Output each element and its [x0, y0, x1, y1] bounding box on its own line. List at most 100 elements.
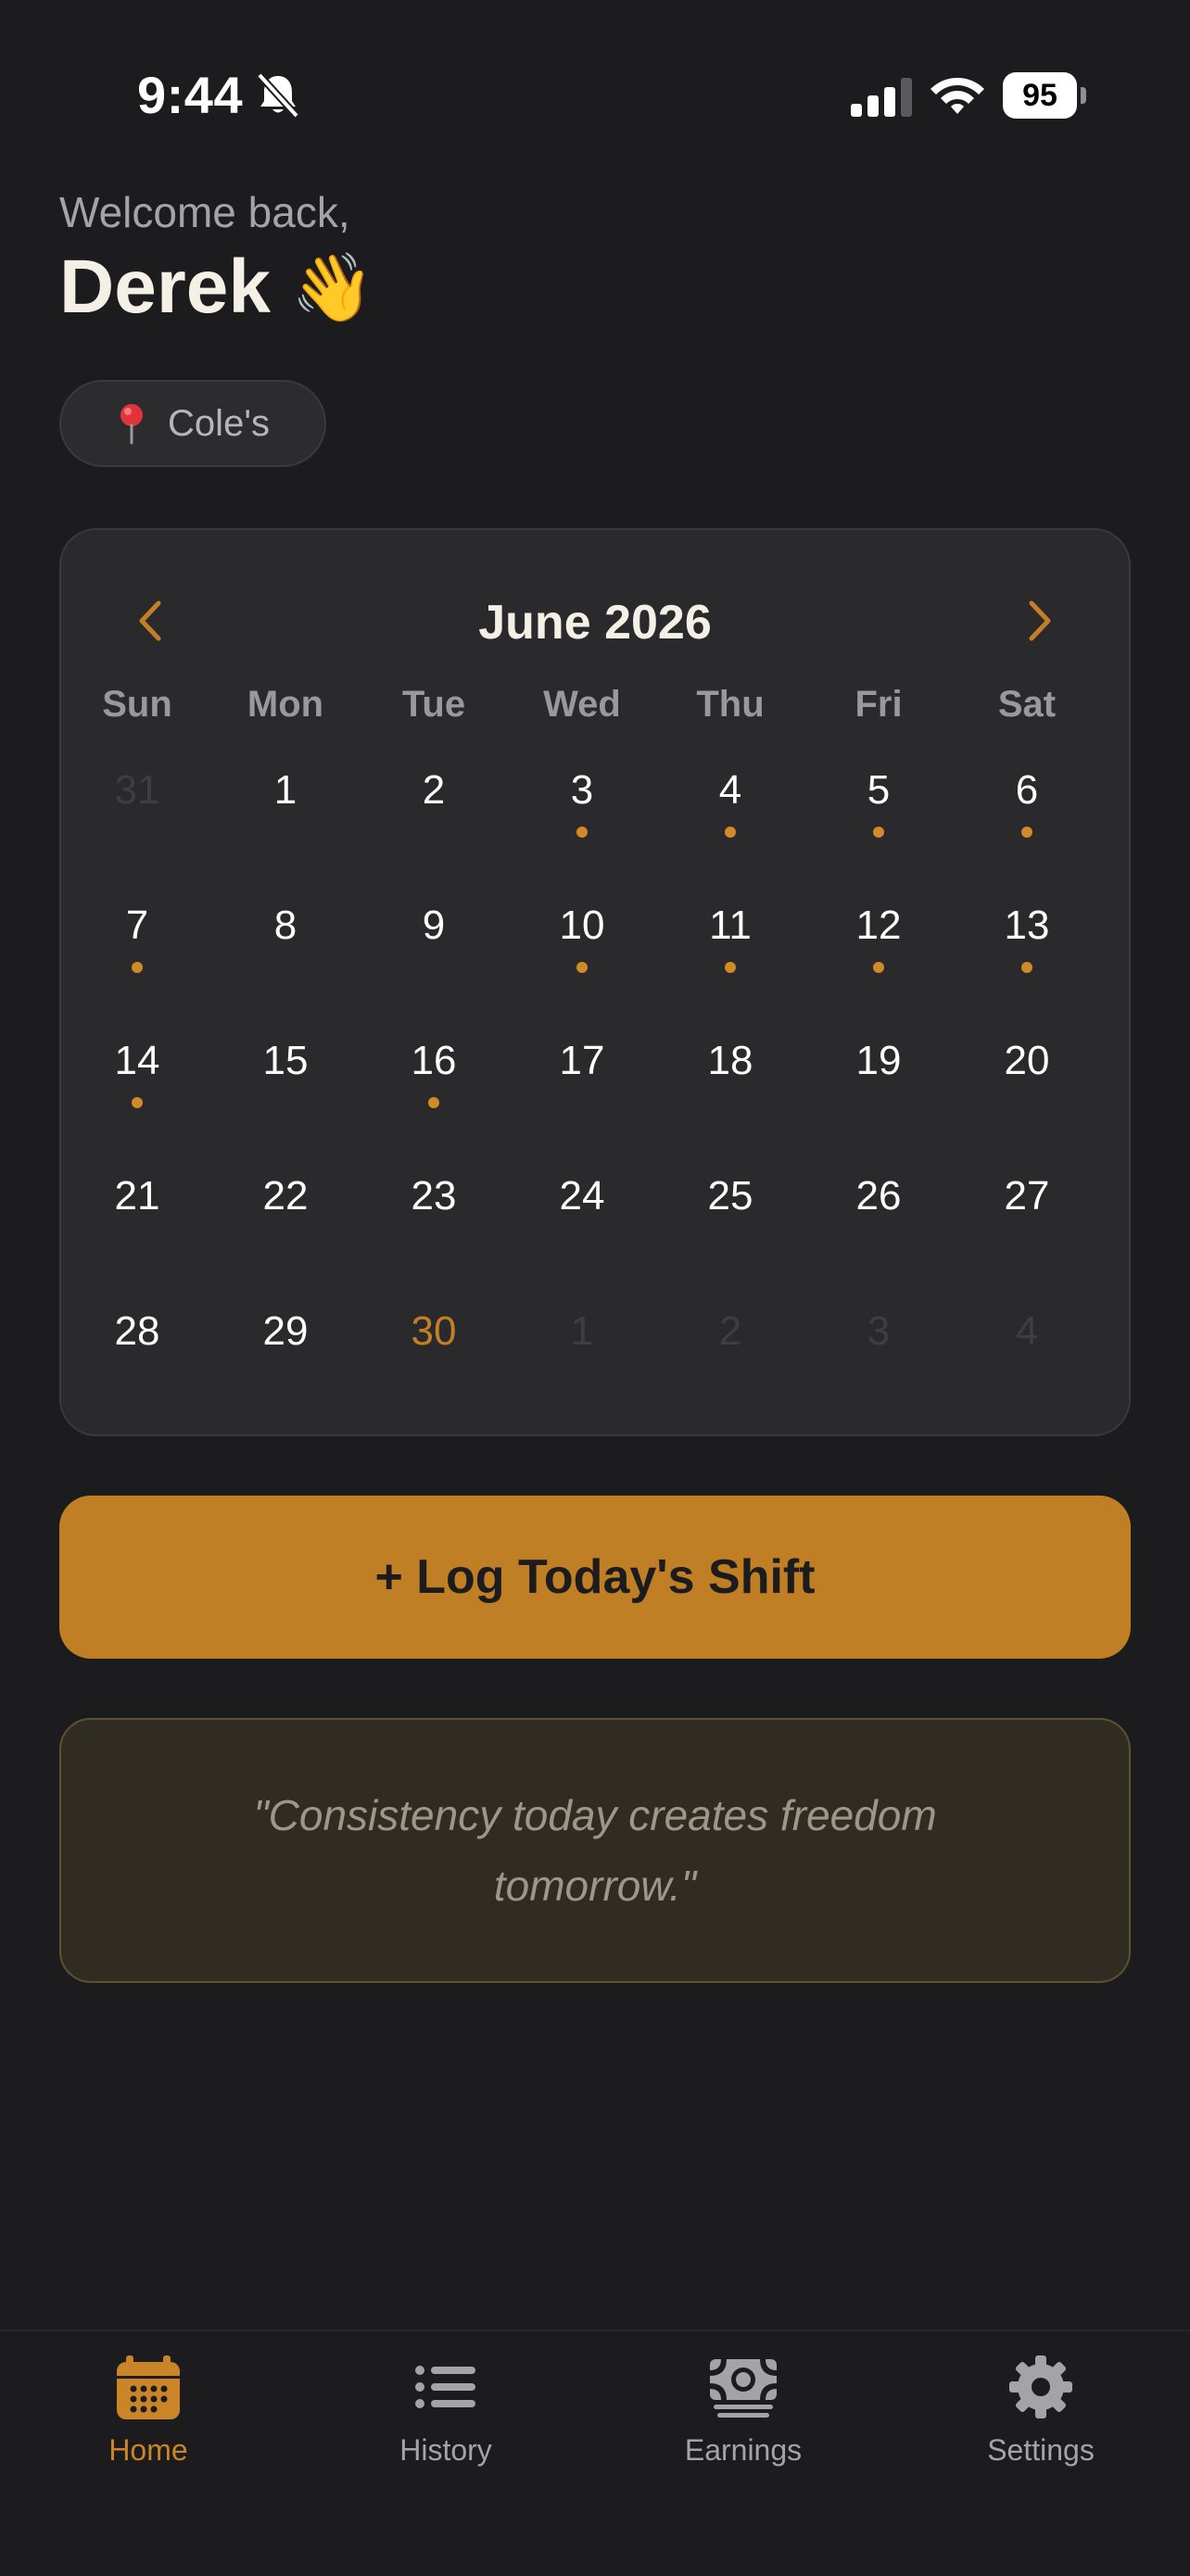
tab-settings[interactable]: Settings — [948, 2354, 1133, 2493]
wave-emoji: 👋 — [290, 250, 374, 325]
status-time: 9:44 — [137, 66, 244, 124]
shift-indicator-dot — [873, 827, 884, 838]
calendar-day-number: 15 — [262, 1038, 309, 1083]
calendar-day[interactable]: 22 — [211, 1149, 360, 1284]
calendar-day-number: 1 — [570, 1308, 594, 1354]
calendar-day-number: 11 — [709, 903, 752, 948]
weekday-label: Tue — [401, 683, 466, 725]
calendar-day[interactable]: 7 — [63, 878, 211, 1014]
location-selector[interactable]: Cole's — [59, 380, 326, 467]
calendar-day[interactable]: 1 — [211, 743, 360, 878]
calendar-day-number: 14 — [114, 1038, 160, 1083]
weekday-label: Sun — [102, 683, 172, 725]
cellular-signal-icon — [851, 78, 912, 117]
calendar-day[interactable]: 27 — [953, 1149, 1101, 1284]
weekday-label: Mon — [247, 683, 324, 725]
tab-bar: Home History Earnings Settings — [0, 2330, 1190, 2576]
tab-earnings[interactable]: Earnings — [651, 2354, 836, 2493]
calendar-day[interactable]: 3 — [508, 743, 656, 878]
username: Derek — [59, 245, 271, 329]
gear-icon — [1009, 2355, 1072, 2418]
calendar-day[interactable]: 13 — [953, 878, 1101, 1014]
calendar-day[interactable]: 2 — [360, 743, 508, 878]
calendar-day[interactable]: 12 — [804, 878, 953, 1014]
calendar-day[interactable]: 1 — [508, 1284, 656, 1420]
calendar-day[interactable]: 18 — [656, 1014, 804, 1149]
list-icon — [415, 2366, 475, 2408]
calendar-day-number: 24 — [559, 1173, 605, 1219]
calendar-day[interactable]: 14 — [63, 1014, 211, 1149]
calendar-day-number: 25 — [707, 1173, 753, 1219]
battery-icon: 95 — [1003, 72, 1086, 119]
shift-indicator-dot — [725, 962, 736, 973]
tab-home[interactable]: Home — [56, 2354, 241, 2493]
calendar-day[interactable]: 26 — [804, 1149, 953, 1284]
calendar-day-number: 3 — [570, 767, 594, 813]
calendar-day-number: 13 — [1004, 903, 1050, 948]
tab-history-label: History — [399, 2433, 492, 2467]
calendar-day[interactable]: 11 — [656, 878, 804, 1014]
tab-history[interactable]: History — [353, 2354, 538, 2493]
calendar-icon — [117, 2355, 180, 2419]
calendar-day-number: 21 — [114, 1173, 160, 1219]
tab-home-label: Home — [108, 2433, 188, 2467]
calendar-day[interactable]: 16 — [360, 1014, 508, 1149]
calendar-day[interactable]: 21 — [63, 1149, 211, 1284]
next-month-button[interactable] — [1003, 584, 1077, 658]
calendar-day[interactable]: 19 — [804, 1014, 953, 1149]
calendar-day[interactable]: 5 — [804, 743, 953, 878]
calendar-day-number: 8 — [273, 903, 298, 948]
calendar-day-number: 23 — [411, 1173, 457, 1219]
calendar-day[interactable]: 4 — [953, 1284, 1101, 1420]
quote-card: "Consistency today creates freedom tomor… — [59, 1718, 1131, 1983]
battery-cap — [1081, 87, 1086, 104]
calendar-day-number: 2 — [718, 1308, 742, 1354]
calendar-day[interactable]: 31 — [63, 743, 211, 878]
calendar-day-number: 26 — [855, 1173, 902, 1219]
calendar-day-grid: 31 1 2 3 4 5 6 7 8 9 10 11 12 13 14 15 16 17 18 19 20 21 22 23 2… — [63, 743, 1101, 1420]
calendar-day[interactable]: 10 — [508, 878, 656, 1014]
calendar-day[interactable]: 20 — [953, 1014, 1101, 1149]
calendar-day[interactable]: 2 — [656, 1284, 804, 1420]
calendar-day[interactable]: 24 — [508, 1149, 656, 1284]
calendar-day-number: 4 — [718, 767, 742, 813]
calendar-day-today[interactable]: 30 — [360, 1284, 508, 1420]
calendar-day[interactable]: 9 — [360, 878, 508, 1014]
weekday-label: Thu — [696, 683, 765, 725]
status-bar: 9:44 95 — [0, 0, 1190, 185]
calendar-day[interactable]: 25 — [656, 1149, 804, 1284]
welcome-text: Welcome back, — [59, 188, 350, 236]
pin-icon — [120, 404, 144, 445]
tab-earnings-label: Earnings — [684, 2433, 803, 2467]
log-shift-button[interactable]: + Log Today's Shift — [59, 1496, 1131, 1659]
calendar-day-number: 12 — [855, 903, 902, 948]
weekday-header: Sun Mon Tue Wed Thu Fri Sat — [63, 667, 1101, 741]
calendar-day-number: 29 — [262, 1308, 309, 1354]
calendar-day[interactable]: 3 — [804, 1284, 953, 1420]
calendar-day-number: 19 — [855, 1038, 902, 1083]
calendar-day[interactable]: 29 — [211, 1284, 360, 1420]
weekday-label: Wed — [543, 683, 621, 725]
calendar-day-number: 16 — [411, 1038, 457, 1083]
calendar-day[interactable]: 23 — [360, 1149, 508, 1284]
shift-indicator-dot — [132, 1097, 143, 1108]
calendar-day-number: 18 — [707, 1038, 753, 1083]
shift-indicator-dot — [132, 962, 143, 973]
calendar-day-number: 2 — [422, 767, 446, 813]
calendar-day[interactable]: 17 — [508, 1014, 656, 1149]
tab-settings-label: Settings — [987, 2433, 1095, 2467]
battery-level: 95 — [1003, 72, 1077, 119]
calendar-card: June 2026 Sun Mon Tue Wed Thu Fri Sat 31… — [59, 528, 1131, 1436]
calendar-day[interactable]: 15 — [211, 1014, 360, 1149]
shift-indicator-dot — [1021, 962, 1032, 973]
calendar-day-number: 30 — [411, 1308, 457, 1354]
calendar-day[interactable]: 28 — [63, 1284, 211, 1420]
calendar-day[interactable]: 8 — [211, 878, 360, 1014]
wifi-icon — [930, 78, 984, 114]
calendar-day[interactable]: 4 — [656, 743, 804, 878]
calendar-day-number: 27 — [1004, 1173, 1050, 1219]
calendar-day-number: 31 — [114, 767, 160, 813]
calendar-day-number: 20 — [1004, 1038, 1050, 1083]
calendar-day[interactable]: 6 — [953, 743, 1101, 878]
calendar-day-number: 28 — [114, 1308, 160, 1354]
